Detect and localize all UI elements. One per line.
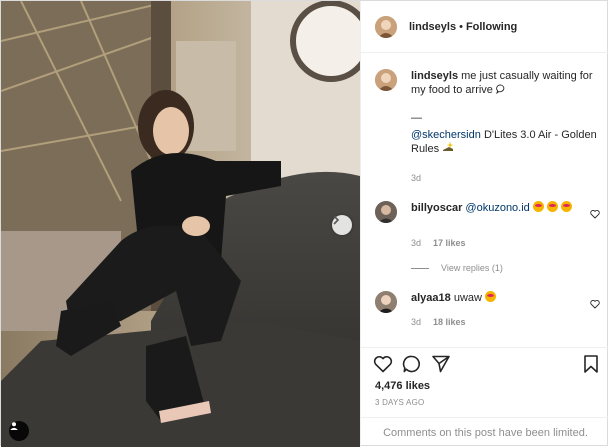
caption-username[interactable]: lindseyls [411,70,458,82]
heart-icon[interactable] [373,354,393,374]
caption-meta: 3d [411,173,421,183]
instagram-post: lindseyls • Following lindseyls me just … [0,0,608,447]
heart-eyes-emoji [532,201,544,212]
share-icon[interactable] [431,354,451,374]
comment-meta: 3d 18 likes [411,317,466,327]
heart-eyes-emoji [546,201,558,212]
commenter-username[interactable]: alyaa18 [411,292,451,304]
comment-likes[interactable]: 17 likes [433,238,466,248]
comment-like-icon[interactable] [590,209,600,219]
comments-list: lindseyls me just casually waiting for m… [361,53,608,347]
following-button[interactable]: Following [466,21,517,33]
comment-body: billyoscar @okuzono.id [411,201,601,215]
action-bar: 4,476 likes 3 DAYS AGO [361,347,608,417]
comment-icon[interactable] [402,354,422,374]
caption-body: lindseyls me just casually waiting for m… [411,69,601,156]
avatar-image [375,201,397,223]
commenter-avatar[interactable] [375,291,397,313]
comment-likes[interactable]: 18 likes [433,317,466,327]
avatar-image [375,15,397,38]
action-icons [373,354,601,376]
comment-time[interactable]: 3d [411,317,421,327]
user-tag-icon [10,422,18,430]
post-photo[interactable] [1,1,360,447]
post-sidebar: lindseyls • Following lindseyls me just … [360,1,608,447]
caption-mention[interactable]: @skechersidn [411,129,481,141]
chevron-right-icon [333,215,340,225]
post-timestamp[interactable]: 3 DAYS AGO [375,398,424,407]
caption-avatar[interactable] [375,69,397,91]
comments-limited-notice: Comments on this post have been limited. [361,417,608,447]
speech-bubble-icon [496,84,505,95]
caption: lindseyls me just casually waiting for m… [375,69,600,189]
replies-line [411,267,429,269]
view-replies-button[interactable]: View replies (1) [411,263,503,273]
avatar-image [375,291,397,313]
comment-text: uwaw [453,292,482,304]
author-username[interactable]: lindseyls [409,21,456,33]
tagged-users-button[interactable] [9,421,29,441]
comment-body: alyaa18 uwaw [411,291,601,305]
comment-meta: 3d 17 likes [411,238,466,248]
comment-mention[interactable]: @okuzono.id [465,202,529,214]
commenter-username[interactable]: billyoscar [411,202,462,214]
heart-eyes-emoji [485,291,497,302]
likes-count[interactable]: 4,476 likes [375,380,430,392]
bookmark-icon[interactable] [581,354,601,374]
heart-eyes-emoji [560,201,572,212]
comment-item: billyoscar @okuzono.id 3d 17 likes [375,201,600,261]
comment-item: alyaa18 uwaw 3d 18 likes [375,291,600,331]
caption-divider: — [411,112,422,124]
author-avatar[interactable] [375,15,397,38]
commenter-avatar[interactable] [375,201,397,223]
next-photo-button[interactable] [332,215,352,235]
caption-time[interactable]: 3d [411,173,421,183]
avatar-image [375,69,397,91]
post-header: lindseyls • Following [361,1,608,53]
header-separator: • [459,20,463,33]
comment-time[interactable]: 3d [411,238,421,248]
photo-illustration [1,1,360,447]
comment-like-icon[interactable] [590,299,600,309]
sparkle-shoe-icon [443,142,454,151]
view-replies-label: View replies (1) [441,263,503,273]
